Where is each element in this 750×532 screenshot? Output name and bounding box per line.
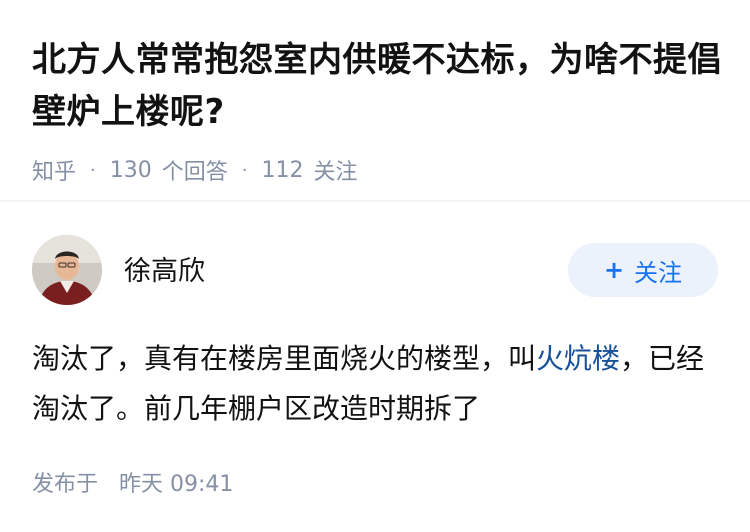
section-divider xyxy=(0,200,750,202)
publish-info: 发布于 昨天 09:41 xyxy=(32,466,233,498)
question-title[interactable]: 北方人常常抱怨室内供暖不达标，为啥不提倡壁炉上楼呢? xyxy=(32,34,732,138)
separator-dot: · xyxy=(241,159,248,181)
answers-count: 130 xyxy=(109,157,152,183)
follow-label: 关注 xyxy=(634,258,683,287)
publish-time: 昨天 09:41 xyxy=(119,472,234,497)
avatar-image xyxy=(32,235,102,305)
follow-button[interactable]: + 关注 xyxy=(568,243,718,297)
followers-label: 关注 xyxy=(313,160,358,185)
answer-content: 淘汰了，真有在楼房里面烧火的楼型，叫火炕楼，已经淘汰了。前几年棚户区改造时期拆了 xyxy=(32,334,718,434)
answers-label: 个回答 xyxy=(161,160,228,185)
author-name[interactable]: 徐高欣 xyxy=(124,249,205,288)
source-label[interactable]: 知乎 xyxy=(32,154,76,186)
question-header: 北方人常常抱怨室内供暖不达标，为啥不提倡壁炉上楼呢? 知乎 · 130 个回答 … xyxy=(32,34,732,186)
keyword-link[interactable]: 火炕楼 xyxy=(536,342,620,375)
plus-icon: + xyxy=(603,256,625,284)
followers-count: 112 xyxy=(261,157,304,183)
author-row: 徐高欣 + 关注 xyxy=(32,235,718,307)
separator-dot: · xyxy=(90,159,96,181)
question-meta: 知乎 · 130 个回答 · 112 关注 xyxy=(32,154,732,186)
publish-label: 发布于 xyxy=(32,472,99,497)
answer-text: 淘汰了，真有在楼房里面烧火的楼型，叫 xyxy=(32,342,537,375)
avatar[interactable] xyxy=(32,235,102,305)
